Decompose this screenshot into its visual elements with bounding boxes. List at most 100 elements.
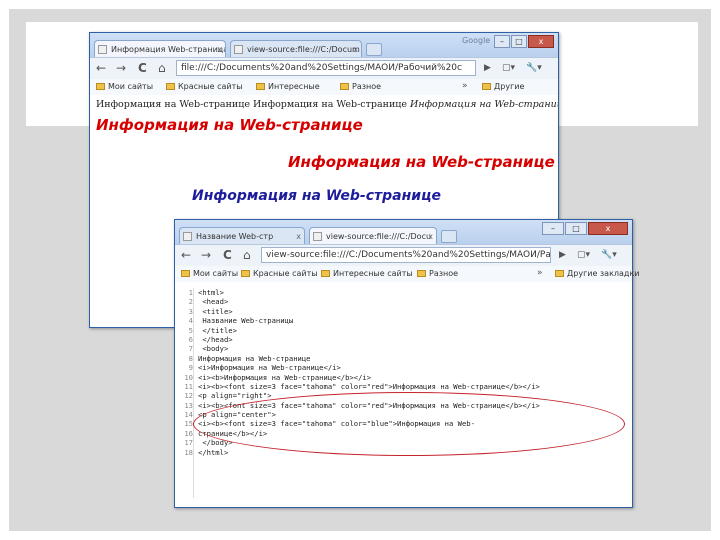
other-bookmarks[interactable]: Другие закладки — [555, 268, 640, 280]
line-number: 7 — [188, 344, 193, 354]
bookmark-folder[interactable]: Разное — [340, 81, 381, 93]
browser-window-source: Название Web-стр x view-source:file:///C… — [174, 219, 640, 508]
tab-title: Информация Web-страница — [111, 45, 226, 54]
other-bookmarks[interactable]: Другие — [482, 81, 524, 93]
source-line: Информация на Web-странице — [198, 353, 311, 363]
page-menu-icon[interactable]: ▢▾ — [577, 247, 590, 263]
bookmark-folder[interactable]: Красные сайты — [241, 268, 318, 280]
new-tab-button[interactable] — [441, 230, 457, 243]
folder-icon — [555, 270, 564, 277]
reload-icon[interactable]: C — [138, 60, 147, 76]
bookmark-folder[interactable]: Интересные сайты — [321, 268, 413, 280]
source-line: <i><b><font size=3 face="tahoma" color="… — [198, 381, 540, 391]
folder-icon — [340, 83, 349, 90]
bookmark-label: Красные сайты — [253, 269, 318, 278]
bookmark-label: Интересные сайты — [333, 269, 413, 278]
line-number: 4 — [188, 316, 193, 326]
source-line: <html> — [198, 288, 224, 297]
source-line: <i><b>Информация на Web-странице</b></i> — [198, 372, 372, 382]
maximize-button[interactable]: □ — [511, 35, 527, 48]
line-number: 17 — [184, 438, 193, 448]
page-icon — [234, 45, 243, 54]
folder-icon — [482, 83, 491, 90]
plain-text: Информация на Web-странице — [253, 99, 411, 110]
close-tab-icon[interactable]: x — [296, 228, 301, 244]
bookmark-folder[interactable]: Разное — [417, 268, 458, 280]
heading-red-right: Информация на Web-странице — [288, 153, 555, 171]
home-icon[interactable]: ⌂ — [243, 247, 251, 263]
tab-title: Название Web-стр — [196, 232, 274, 241]
folder-icon — [256, 83, 265, 90]
reload-icon[interactable]: C — [223, 247, 232, 263]
forward-icon[interactable]: → — [201, 247, 211, 263]
tab-title: view-source:file:///C:/Docum — [247, 45, 360, 54]
tab-page[interactable]: Название Web-стр x — [179, 227, 305, 244]
bookmark-folder[interactable]: Интересные — [256, 81, 320, 93]
more-bookmarks-icon[interactable]: » — [537, 268, 543, 278]
page-icon — [313, 232, 322, 241]
line-number: 12 — [184, 391, 193, 401]
bookmark-label: Красные сайты — [178, 82, 243, 91]
close-tab-icon[interactable]: x — [353, 41, 358, 57]
forward-icon[interactable]: → — [116, 60, 126, 76]
line-number: 1 — [188, 288, 193, 297]
maximize-button[interactable]: □ — [565, 222, 587, 235]
line-number: 15 — [184, 419, 193, 429]
minimize-button[interactable]: – — [542, 222, 564, 235]
bookmark-label: Интересные — [268, 82, 320, 91]
tab-page[interactable]: Информация Web-страница x — [94, 40, 226, 57]
close-window-button[interactable]: x — [588, 222, 628, 235]
title-bar[interactable]: Информация Web-страница x view-source:fi… — [90, 33, 558, 57]
line-number: 13 — [184, 400, 193, 410]
back-icon[interactable]: ← — [96, 60, 106, 76]
bookmark-label: Другие — [494, 82, 525, 91]
source-line: <head> — [198, 297, 229, 307]
bookmarks-bar: Мои сайты Красные сайты Интересные сайты… — [175, 266, 640, 283]
line-number: 11 — [184, 381, 193, 391]
brand-label: Google — [462, 36, 491, 45]
toolbar: ← → C ⌂ view-source:file:///C:/Documents… — [175, 244, 632, 266]
page-icon — [183, 232, 192, 241]
line-number-gutter: 1 2 3 4 5 6 7 8 9 10 11 12 13 14 15 16 17 18 — [175, 288, 194, 498]
tab-title: view-source:file:///C:/Docu — [326, 232, 432, 241]
page-menu-icon[interactable]: ▢▾ — [502, 60, 515, 76]
folder-icon — [96, 83, 105, 90]
title-bar[interactable]: Название Web-стр x view-source:file:///C… — [175, 220, 632, 244]
wrench-menu-icon[interactable]: 🔧▾ — [526, 60, 542, 76]
bookmark-folder[interactable]: Мои сайты — [181, 268, 238, 280]
wrench-menu-icon[interactable]: 🔧▾ — [601, 247, 617, 263]
bookmark-label: Разное — [429, 269, 459, 278]
minimize-button[interactable]: – — [494, 35, 510, 48]
folder-icon — [166, 83, 175, 90]
address-bar[interactable]: view-source:file:///C:/Documents%20and%2… — [261, 247, 551, 263]
home-icon[interactable]: ⌂ — [158, 60, 166, 76]
line-number: 3 — [188, 306, 193, 316]
line-number: 18 — [184, 447, 193, 457]
close-tab-icon[interactable]: x — [217, 41, 222, 57]
go-icon[interactable]: ▶ — [484, 60, 491, 76]
source-line: <i>Информация на Web-странице</i> — [198, 363, 341, 373]
source-line: <title> — [198, 306, 233, 316]
tab-view-source[interactable]: view-source:file:///C:/Docu x — [309, 227, 437, 244]
line-number: 10 — [184, 372, 193, 382]
close-window-button[interactable]: x — [528, 35, 554, 48]
bookmark-label: Разное — [352, 82, 382, 91]
heading-blue-center: Информация на Web-странице — [192, 188, 441, 204]
bookmark-folder[interactable]: Красные сайты — [166, 81, 243, 93]
italic-text: Информация на Web-странице — [410, 99, 558, 110]
annotation-ellipse — [193, 392, 625, 456]
source-line: Название Web-страницы — [198, 316, 294, 326]
address-bar[interactable]: file:///C:/Documents%20and%20Settings/MA… — [176, 60, 476, 76]
bookmark-folder[interactable]: Мои сайты — [96, 81, 153, 93]
plain-text: Информация на Web-странице — [96, 99, 254, 110]
more-bookmarks-icon[interactable]: » — [462, 81, 468, 91]
close-tab-icon[interactable]: x — [428, 228, 433, 244]
source-line: </head> — [198, 334, 233, 344]
go-icon[interactable]: ▶ — [559, 247, 566, 263]
new-tab-button[interactable] — [366, 43, 382, 56]
back-icon[interactable]: ← — [181, 247, 191, 263]
folder-icon — [241, 270, 250, 277]
tab-view-source[interactable]: view-source:file:///C:/Docum x — [230, 40, 362, 57]
heading-red-left: Информация на Web-странице — [96, 116, 363, 134]
line-number: 2 — [188, 297, 193, 307]
